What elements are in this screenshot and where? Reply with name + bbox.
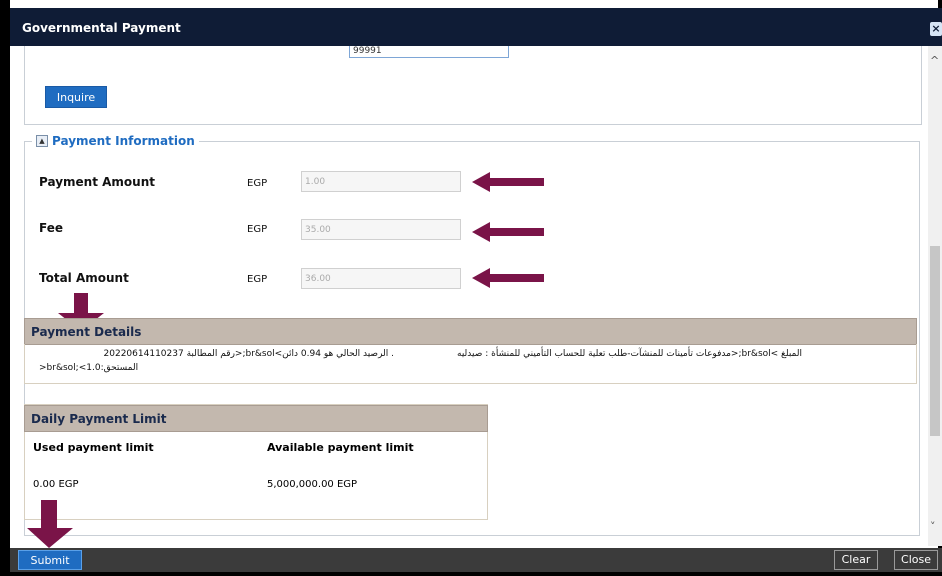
payment-information-legend[interactable]: ▲ Payment Information (32, 134, 199, 148)
arrow-annotation (27, 500, 73, 548)
arrow-annotation (472, 172, 544, 192)
clear-button[interactable]: Clear (834, 550, 878, 570)
available-payment-limit-label: Available payment limit (267, 441, 414, 454)
fee-label: Fee (39, 221, 63, 235)
used-payment-limit-value: 0.00 EGP (33, 479, 79, 490)
collapse-icon[interactable]: ▲ (36, 135, 48, 147)
daily-payment-limit-box: Daily Payment Limit Used payment limit A… (24, 404, 488, 520)
payment-details-body: المبلغ >br&sol;<مدفوعات تأمينات للمنشآت-… (24, 344, 917, 384)
inquire-button[interactable]: Inquire (45, 86, 107, 108)
scroll-down-icon[interactable]: ˅ (930, 520, 936, 533)
arrow-annotation (472, 268, 544, 288)
fee-currency: EGP (247, 224, 268, 235)
available-payment-limit-value: 5,000,000.00 EGP (267, 479, 358, 490)
dialog-titlebar: Governmental Payment × (10, 8, 942, 46)
close-icon[interactable]: × (930, 22, 942, 36)
scroll-up-icon[interactable]: ^ (930, 54, 939, 67)
payment-details-text: >br&sol;<المستحق:1.0 (39, 363, 139, 373)
vertical-scrollbar[interactable]: ^ ˅ (928, 46, 942, 546)
total-amount-currency: EGP (247, 274, 268, 285)
payment-details-text: المبلغ >br&sol;<مدفوعات تأمينات للمنشآت-… (457, 349, 802, 359)
scrollbar-thumb[interactable] (930, 246, 940, 436)
payment-amount-currency: EGP (247, 178, 268, 189)
daily-payment-limit-header: Daily Payment Limit (24, 405, 488, 432)
payment-information-title: Payment Information (52, 134, 195, 148)
arrow-annotation (472, 222, 544, 242)
window-border-bottom (0, 572, 942, 576)
window-border-left (0, 0, 10, 576)
payment-amount-field: 1.00 (301, 171, 461, 192)
total-amount-label: Total Amount (39, 271, 129, 285)
reference-number-input[interactable]: 99991 (349, 46, 509, 58)
dialog-title: Governmental Payment (22, 21, 181, 35)
payment-details-header: Payment Details (24, 318, 917, 345)
submit-button[interactable]: Submit (18, 550, 82, 570)
used-payment-limit-label: Used payment limit (33, 441, 154, 454)
payment-amount-label: Payment Amount (39, 175, 155, 189)
inquiry-section: 99991 Inquire (24, 46, 922, 125)
close-button[interactable]: Close (894, 550, 938, 570)
payment-details-text: . الرصيد الحالي هو 0.94 دائن>br&sol;<رقم… (103, 349, 394, 359)
fee-field: 35.00 (301, 219, 461, 240)
total-amount-field: 36.00 (301, 268, 461, 289)
dialog-footer: Submit Clear Close (10, 548, 942, 572)
dialog-content: 99991 Inquire ▲ Payment Information Paym… (10, 46, 928, 546)
